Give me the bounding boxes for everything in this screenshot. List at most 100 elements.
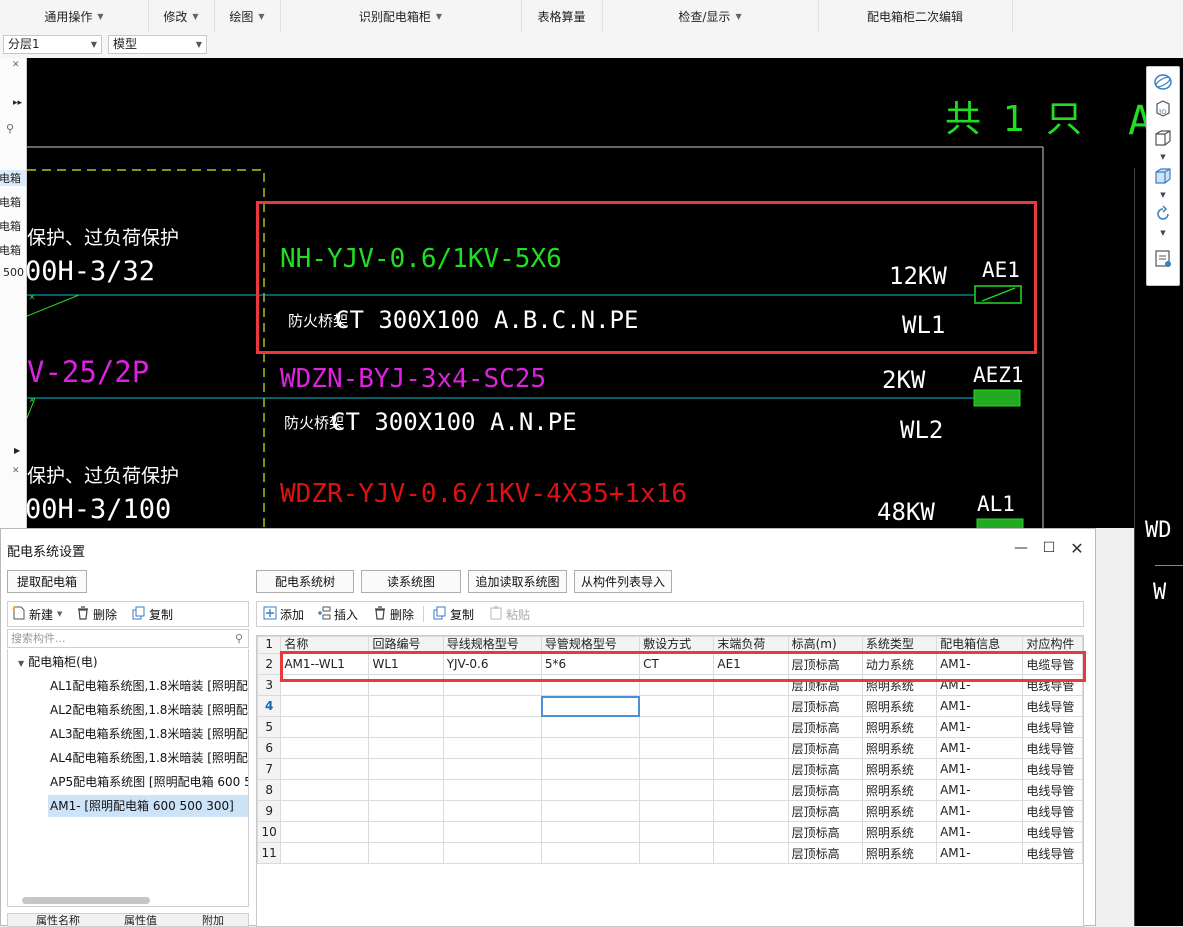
column-header[interactable]: 敷设方式 bbox=[639, 636, 715, 654]
chevron-down-icon[interactable]: ▼ bbox=[1158, 153, 1168, 161]
grid-cell[interactable] bbox=[713, 737, 789, 759]
grid-cell[interactable]: 照明系统 bbox=[861, 695, 938, 717]
grid-cell[interactable]: AM1- bbox=[936, 821, 1024, 843]
add-button[interactable]: 添加 bbox=[263, 606, 304, 622]
copy-row-button[interactable]: 复制 bbox=[433, 606, 474, 622]
grid-cell[interactable]: 电缆导管 bbox=[1022, 653, 1083, 675]
grid-cell[interactable] bbox=[713, 758, 789, 780]
grid-cell[interactable]: 动力系统 bbox=[861, 653, 938, 675]
grid-cell[interactable] bbox=[639, 800, 715, 822]
grid-cell[interactable]: 层顶标高 bbox=[787, 821, 863, 843]
minimize-icon[interactable]: — bbox=[1012, 539, 1030, 557]
left-list-item[interactable]: 配电箱 bbox=[0, 218, 26, 234]
grid-cell[interactable]: 层顶标高 bbox=[787, 779, 863, 801]
append-read-diagram-button[interactable]: 追加读取系统图 bbox=[468, 570, 567, 593]
grid-cell[interactable]: 照明系统 bbox=[861, 779, 938, 801]
grid-cell[interactable]: 照明系统 bbox=[861, 800, 938, 822]
grid-cell[interactable]: CT bbox=[639, 653, 715, 675]
grid-cell[interactable] bbox=[639, 758, 715, 780]
chevron-down-icon[interactable]: ▼ bbox=[1158, 191, 1168, 199]
grid-cell[interactable]: 照明系统 bbox=[861, 842, 938, 864]
grid-cell[interactable]: AE1 bbox=[713, 653, 789, 675]
grid-cell[interactable] bbox=[442, 821, 542, 843]
grid-cell[interactable] bbox=[540, 842, 641, 864]
close-icon[interactable]: ✕ bbox=[1068, 539, 1086, 558]
grid-cell[interactable] bbox=[442, 716, 542, 738]
grid-cell[interactable]: 电线导管 bbox=[1022, 821, 1083, 843]
grid-cell[interactable] bbox=[639, 842, 715, 864]
grid-cell[interactable] bbox=[639, 674, 715, 696]
properties-view-icon[interactable] bbox=[1152, 248, 1174, 270]
menu-draw[interactable]: 绘图 ▼ bbox=[214, 0, 281, 32]
row-number-cell[interactable]: 3 bbox=[257, 674, 282, 696]
grid-cell[interactable]: 照明系统 bbox=[861, 821, 938, 843]
menu-identify-box[interactable]: 识别配电箱柜 ▼ bbox=[280, 0, 522, 32]
read-diagram-button[interactable]: 读系统图 bbox=[361, 570, 461, 593]
grid-cell[interactable] bbox=[639, 821, 715, 843]
extract-box-button[interactable]: 提取配电箱 bbox=[7, 570, 87, 593]
grid-cell[interactable] bbox=[540, 716, 641, 738]
grid-cell[interactable]: AM1--WL1 bbox=[280, 653, 370, 675]
column-header[interactable]: 标高(m) bbox=[787, 636, 863, 654]
grid-cell[interactable] bbox=[280, 758, 370, 780]
grid-cell[interactable] bbox=[368, 695, 444, 717]
column-header[interactable]: 导管规格型号 bbox=[540, 636, 641, 654]
menu-table-calc[interactable]: 表格算量 bbox=[521, 0, 603, 32]
cad-drawing-canvas[interactable]: × × 共 1 只 A 保护、过负荷保护 00H-3/32 V-25/2P 保护… bbox=[27, 58, 1183, 528]
grid-cell[interactable] bbox=[280, 842, 370, 864]
menu-general-ops[interactable]: 通用操作 ▼ bbox=[0, 0, 149, 32]
orbit-icon[interactable] bbox=[1152, 71, 1174, 93]
grid-cell[interactable] bbox=[368, 716, 444, 738]
tree-item[interactable]: AL4配电箱系统图,1.8米暗装 [照明配电箱 600 500 300] bbox=[50, 747, 248, 769]
grid-cell[interactable]: AM1- bbox=[936, 842, 1024, 864]
search-icon[interactable]: ⚲ bbox=[6, 122, 26, 135]
tree-item-selected[interactable]: AM1- [照明配电箱 600 500 300] bbox=[48, 795, 248, 817]
grid-cell[interactable] bbox=[368, 737, 444, 759]
mode-select[interactable]: 模型 ▼ bbox=[108, 35, 207, 54]
grid-cell[interactable]: 电线导管 bbox=[1022, 758, 1083, 780]
grid-cell[interactable] bbox=[540, 779, 641, 801]
grid-cell[interactable] bbox=[280, 800, 370, 822]
menu-modify[interactable]: 修改 ▼ bbox=[148, 0, 215, 32]
maximize-icon[interactable]: ☐ bbox=[1040, 539, 1058, 557]
grid-cell[interactable] bbox=[540, 758, 641, 780]
grid-cell[interactable] bbox=[368, 674, 444, 696]
tree-item[interactable]: AL3配电箱系统图,1.8米暗装 [照明配电箱 600 500 300] bbox=[50, 723, 248, 745]
grid-cell[interactable] bbox=[639, 737, 715, 759]
row-number-cell[interactable]: 10 bbox=[257, 821, 282, 843]
grid-cell[interactable] bbox=[540, 695, 641, 717]
delete-row-button[interactable]: 删除 bbox=[373, 605, 414, 622]
left-list-item[interactable]: 配电箱 bbox=[0, 242, 26, 258]
row-number-cell[interactable]: 7 bbox=[257, 758, 282, 780]
column-header[interactable]: 系统类型 bbox=[861, 636, 938, 654]
grid-cell[interactable]: 照明系统 bbox=[861, 716, 938, 738]
row-number-cell[interactable]: 9 bbox=[257, 800, 282, 822]
table-row[interactable]: 7 层顶标高 照明系统 AM1- 电线导管 bbox=[257, 758, 1083, 780]
grid-cell[interactable]: 层顶标高 bbox=[787, 674, 863, 696]
row-number-cell[interactable]: 11 bbox=[257, 842, 282, 864]
grid-cell[interactable] bbox=[368, 758, 444, 780]
grid-cell[interactable] bbox=[713, 716, 789, 738]
column-header[interactable]: 末端负荷 bbox=[713, 636, 789, 654]
grid-cell[interactable] bbox=[280, 737, 370, 759]
grid-cell[interactable]: AM1- bbox=[936, 674, 1024, 696]
grid-cell[interactable] bbox=[713, 779, 789, 801]
grid-cell[interactable]: 电线导管 bbox=[1022, 737, 1083, 759]
grid-cell[interactable] bbox=[540, 800, 641, 822]
row-number-cell[interactable]: 8 bbox=[257, 779, 282, 801]
tree-item[interactable]: AL1配电箱系统图,1.8米暗装 [照明配电箱 600 500 300] bbox=[50, 675, 248, 697]
column-header[interactable]: 回路编号 bbox=[368, 636, 444, 654]
table-row[interactable]: 8 层顶标高 照明系统 AM1- 电线导管 bbox=[257, 779, 1083, 801]
grid-cell[interactable] bbox=[713, 674, 789, 696]
grid-cell[interactable] bbox=[280, 674, 370, 696]
grid-cell[interactable]: 电线导管 bbox=[1022, 674, 1083, 696]
grid-cell[interactable] bbox=[713, 842, 789, 864]
table-row[interactable]: 4 层顶标高 照明系统 AM1- 电线导管 bbox=[257, 695, 1083, 717]
3d-view-icon[interactable]: 3D bbox=[1152, 97, 1174, 119]
grid-cell[interactable] bbox=[280, 716, 370, 738]
grid-cell[interactable] bbox=[368, 842, 444, 864]
grid-cell[interactable] bbox=[639, 779, 715, 801]
grid-cell[interactable]: 电线导管 bbox=[1022, 779, 1083, 801]
chevron-down-icon[interactable]: ▼ bbox=[1158, 229, 1168, 237]
table-row[interactable]: 11 层顶标高 照明系统 AM1- 电线导管 bbox=[257, 842, 1083, 864]
